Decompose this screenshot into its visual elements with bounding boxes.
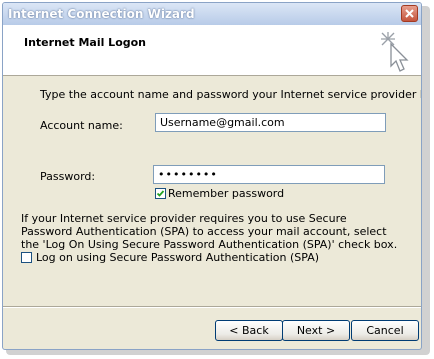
close-icon (405, 9, 414, 18)
instructions-text: Type the account name and password your … (40, 88, 421, 101)
spa-checkbox[interactable] (21, 252, 32, 263)
remember-password-label[interactable]: Remember password (168, 187, 284, 200)
window-title: Internet Connection Wizard (8, 7, 195, 21)
wizard-sparkle-icon (381, 32, 409, 72)
wizard-dialog: Internet Connection Wizard Internet Mail… (2, 2, 422, 350)
back-button[interactable]: < Back (215, 320, 283, 341)
title-bar[interactable]: Internet Connection Wizard (3, 3, 421, 25)
cancel-button[interactable]: Cancel (351, 320, 419, 341)
checkmark-icon (156, 190, 165, 197)
page-title: Internet Mail Logon (24, 36, 147, 49)
spa-description: If your Internet service provider requir… (21, 212, 398, 251)
account-name-label: Account name: (40, 119, 123, 132)
next-button[interactable]: Next > (282, 320, 350, 341)
footer-divider (3, 306, 421, 308)
remember-password-checkbox[interactable] (155, 188, 166, 199)
wizard-header: Internet Mail Logon (3, 25, 421, 76)
password-label: Password: (40, 170, 96, 183)
close-button[interactable] (401, 5, 418, 22)
spa-checkbox-label[interactable]: Log on using Secure Password Authenticat… (36, 251, 319, 264)
account-name-field[interactable]: Username@gmail.com (155, 113, 386, 132)
password-field[interactable]: •••••••• (153, 165, 385, 184)
